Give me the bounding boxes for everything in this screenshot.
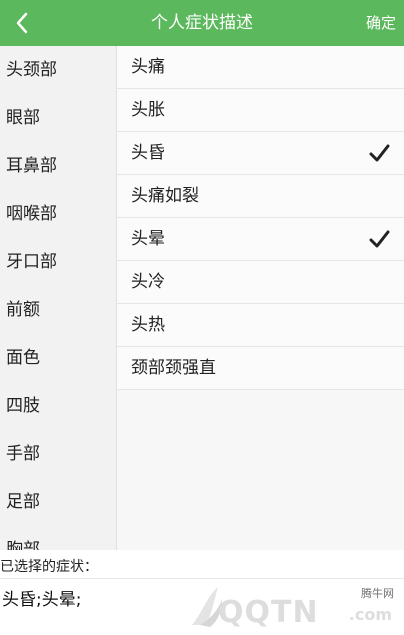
symptom-item[interactable]: 头晕: [117, 218, 404, 261]
category-item[interactable]: 面色: [0, 334, 116, 382]
symptom-item[interactable]: 颈部颈强直: [117, 347, 404, 390]
category-item[interactable]: 牙口部: [0, 238, 116, 286]
confirm-button[interactable]: 确定: [366, 0, 396, 46]
symptom-label: 头晕: [131, 229, 165, 249]
symptom-label: 头热: [131, 315, 165, 335]
category-item[interactable]: 手部: [0, 430, 116, 478]
checkmark-icon: [369, 230, 390, 248]
category-item[interactable]: 四肢: [0, 382, 116, 430]
watermark-small-text: 腾牛网: [361, 587, 394, 600]
symptom-label: 头痛: [131, 57, 165, 77]
symptom-label: 颈部颈强直: [131, 358, 216, 378]
symptom-label: 头痛如裂: [131, 186, 199, 206]
symptom-item[interactable]: 头热: [117, 304, 404, 347]
symptom-list: 头痛 头胀 头昏 头痛如裂 头晕 头冷 头热 颈部颈强直: [117, 46, 404, 550]
symptom-label: 头冷: [131, 272, 165, 292]
symptom-item[interactable]: 头痛: [117, 46, 404, 89]
category-item[interactable]: 咽喉部: [0, 190, 116, 238]
symptom-item[interactable]: 头痛如裂: [117, 175, 404, 218]
symptom-item[interactable]: 头冷: [117, 261, 404, 304]
page-title: 个人症状描述: [151, 13, 253, 33]
category-list: 头颈部 眼部 耳鼻部 咽喉部 牙口部 前额 面色 四肢 手部 足部 胸部: [0, 46, 117, 550]
watermark: 腾牛网 QQTN .com: [188, 585, 398, 631]
watermark-suffix: .com: [348, 605, 392, 624]
category-item[interactable]: 足部: [0, 478, 116, 526]
selected-symptoms-value: 头昏;头晕;: [2, 590, 82, 610]
top-bar: 个人症状描述 确定: [0, 0, 404, 46]
symptom-label: 头昏: [131, 143, 165, 163]
category-item[interactable]: 前额: [0, 286, 116, 334]
selected-symptoms-label: 已选择的症状：: [0, 559, 98, 575]
selected-symptoms-field[interactable]: 头昏;头晕; 腾牛网 QQTN .com: [0, 578, 404, 635]
watermark-big-text: QQTN: [218, 595, 319, 630]
symptom-item[interactable]: 头昏: [117, 132, 404, 175]
symptom-item[interactable]: 头胀: [117, 89, 404, 132]
category-item[interactable]: 头颈部: [0, 46, 116, 94]
symptom-label: 头胀: [131, 100, 165, 120]
category-item[interactable]: 胸部: [0, 526, 116, 550]
checkmark-icon: [369, 144, 390, 162]
category-item[interactable]: 眼部: [0, 94, 116, 142]
category-item[interactable]: 耳鼻部: [0, 142, 116, 190]
